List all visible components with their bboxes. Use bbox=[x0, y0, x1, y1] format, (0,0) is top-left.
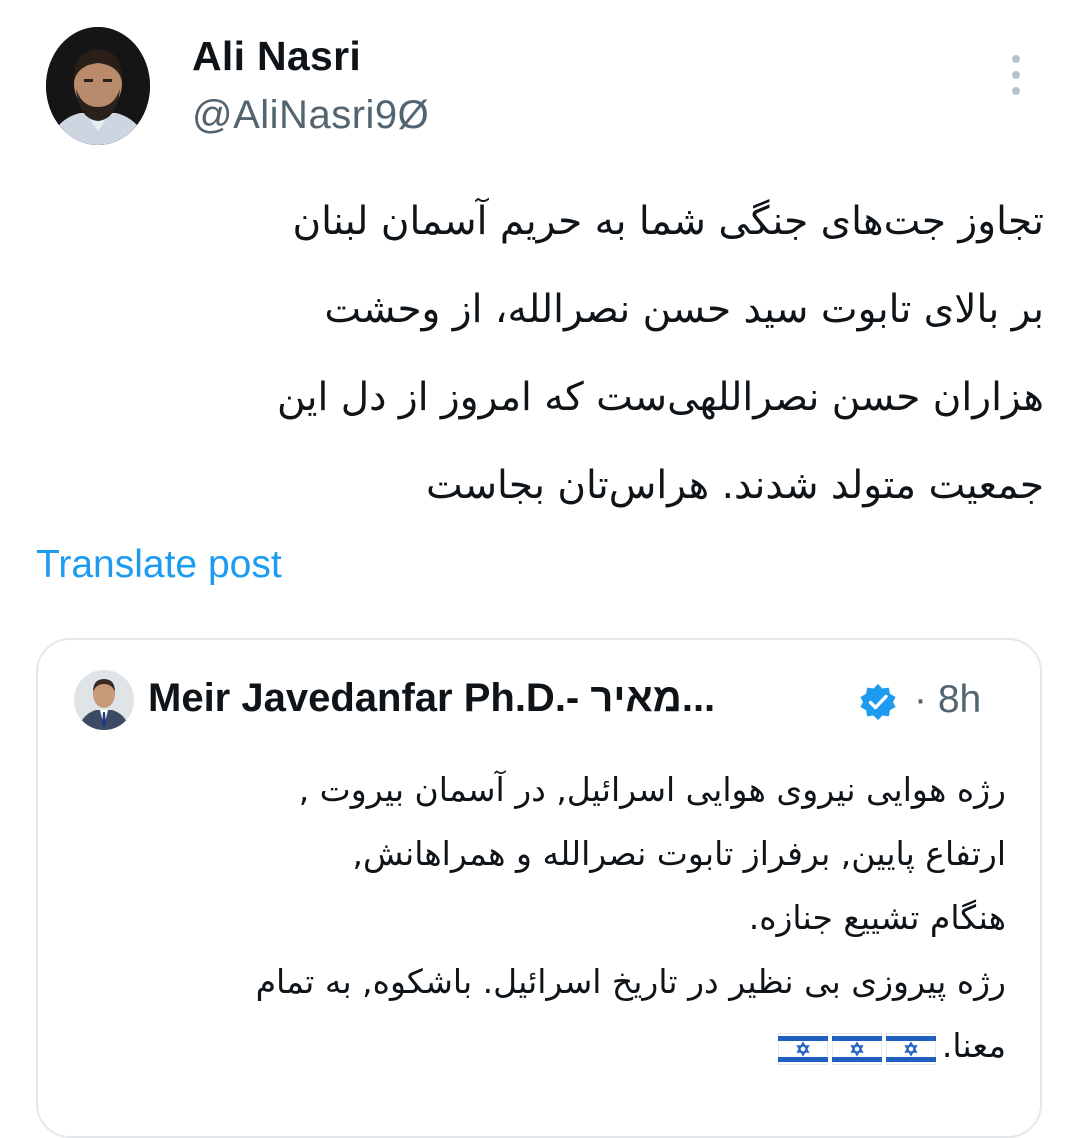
verified-badge-icon bbox=[858, 682, 898, 722]
israel-flag-icon bbox=[885, 1033, 936, 1065]
quoted-post-card[interactable]: Meir Javedanfar Ph.D.- מאיר... · 8h رژه … bbox=[36, 638, 1042, 1138]
post-text-line: جمعیت متولد شدند. هراس‌تان بجاست bbox=[426, 463, 1044, 508]
flags-group bbox=[774, 1016, 936, 1080]
israel-flag-icon bbox=[777, 1033, 828, 1065]
quoted-text-line: هنگام تشییع جنازه. bbox=[748, 898, 1006, 937]
quoted-text-line: رژه پیروزی بی نظیر در تاریخ اسرائیل. باش… bbox=[255, 962, 1006, 1001]
post-header: Ali Nasri @AliNasri9Ø bbox=[46, 27, 1046, 152]
post-text-line: هزاران حسن نصراللهی‌ست که امروز از دل ای… bbox=[276, 375, 1044, 420]
author-handle[interactable]: @AliNasri9Ø bbox=[192, 93, 429, 138]
more-dot bbox=[1012, 87, 1020, 95]
author-name[interactable]: Ali Nasri bbox=[192, 33, 361, 80]
quoted-text-line: رژه هوایی نیروی هوایی اسرائیل, در آسمان … bbox=[298, 770, 1006, 809]
quoted-author-name[interactable]: Meir Javedanfar Ph.D.- מאיר... bbox=[148, 676, 715, 721]
post-text-line: تجاوز جت‌های جنگی شما به حریم آسمان لبنا… bbox=[292, 199, 1045, 244]
more-dot bbox=[1012, 71, 1020, 79]
author-avatar[interactable] bbox=[46, 27, 150, 145]
post-text: تجاوز جت‌های جنگی شما به حریم آسمان لبنا… bbox=[40, 178, 1044, 530]
quoted-post-text: رژه هوایی نیروی هوایی اسرائیل, در آسمان … bbox=[76, 758, 1006, 1078]
quoted-post-time[interactable]: · 8h bbox=[914, 678, 981, 722]
quoted-text-line: ارتفاع پایین, برفراز تابوت نصرالله و همر… bbox=[352, 834, 1006, 873]
quoted-text-line-last: معنا. bbox=[76, 1014, 1006, 1078]
post-text-line: بر بالای تابوت سید حسن نصرالله، از وحشت bbox=[324, 287, 1044, 332]
more-dot bbox=[1012, 55, 1020, 63]
translate-post-link[interactable]: Translate post bbox=[36, 543, 282, 587]
more-vertical-icon[interactable] bbox=[1006, 55, 1026, 97]
quoted-text-line: معنا. bbox=[941, 1026, 1006, 1065]
israel-flag-icon bbox=[831, 1033, 882, 1065]
quoted-author-avatar[interactable] bbox=[74, 670, 134, 730]
